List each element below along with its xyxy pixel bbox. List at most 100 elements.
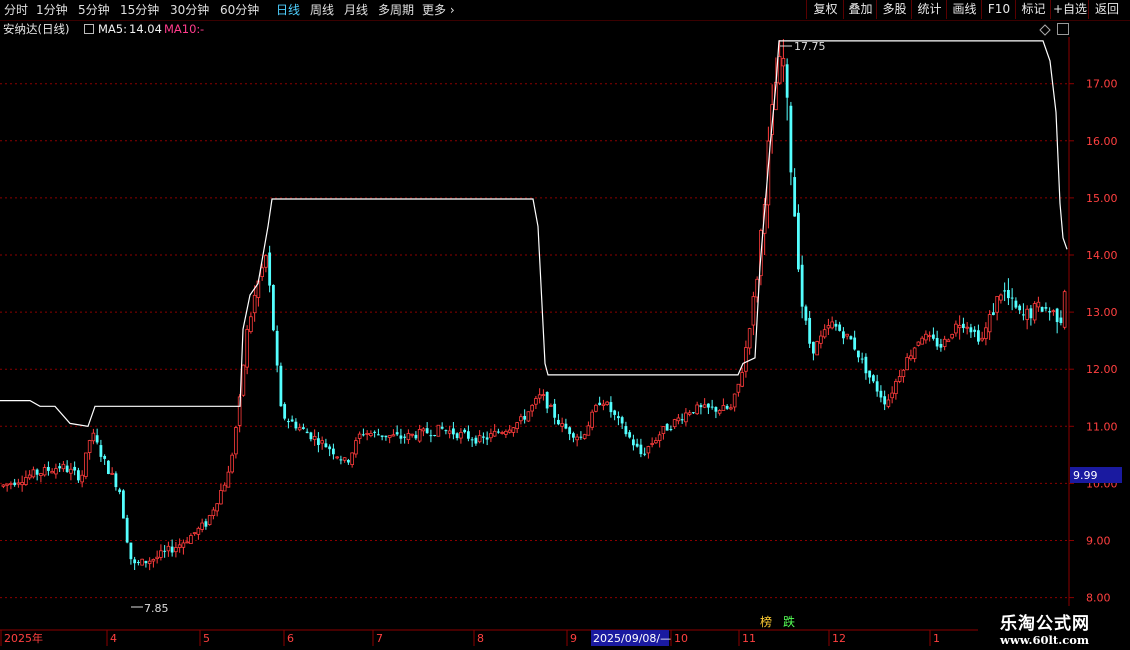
candle bbox=[1010, 288, 1014, 311]
candle bbox=[166, 541, 171, 557]
bottom-marker-bang[interactable]: 榜 bbox=[760, 614, 772, 629]
mark-button[interactable]: 标记 bbox=[1015, 0, 1051, 19]
tab-60min[interactable]: 60分钟 bbox=[220, 1, 259, 19]
candle bbox=[147, 557, 152, 571]
candle bbox=[279, 362, 283, 407]
overlay-button[interactable]: 叠加 bbox=[843, 0, 877, 19]
candle bbox=[159, 544, 163, 561]
tab-30min[interactable]: 30分钟 bbox=[170, 1, 209, 19]
candle bbox=[61, 461, 66, 472]
candle bbox=[897, 370, 902, 384]
kline-chart[interactable]: 17.75 7.85 17.00 16.00 15.00 14.00 13.00 12.0… bbox=[0, 0, 1130, 650]
candle bbox=[582, 433, 587, 440]
tab-fenshi[interactable]: 分时 bbox=[4, 1, 28, 19]
candle bbox=[969, 323, 973, 338]
candle bbox=[482, 432, 485, 444]
draw-line-button[interactable]: 画线 bbox=[946, 0, 982, 19]
candle bbox=[883, 390, 887, 411]
candle bbox=[1022, 303, 1025, 321]
candle bbox=[189, 533, 193, 544]
candle bbox=[620, 415, 624, 429]
candle bbox=[568, 426, 572, 441]
candle bbox=[69, 462, 73, 481]
candle bbox=[459, 428, 463, 444]
candle bbox=[924, 330, 928, 344]
candle bbox=[302, 423, 305, 430]
tab-15min[interactable]: 15分钟 bbox=[120, 1, 159, 19]
candle bbox=[1055, 307, 1059, 334]
candle bbox=[485, 431, 489, 446]
candle bbox=[1, 484, 6, 489]
window-toggle-icon[interactable] bbox=[1057, 23, 1069, 35]
candle bbox=[875, 374, 879, 397]
candle bbox=[332, 443, 335, 460]
tab-daily[interactable]: 日线 bbox=[276, 1, 300, 19]
tab-5min[interactable]: 5分钟 bbox=[78, 1, 110, 19]
candle bbox=[42, 464, 47, 477]
square-icon[interactable] bbox=[84, 24, 94, 34]
candle bbox=[732, 393, 737, 412]
candle bbox=[395, 425, 399, 437]
candle bbox=[24, 470, 28, 486]
tab-monthly[interactable]: 月线 bbox=[344, 1, 368, 19]
candle bbox=[118, 487, 122, 495]
candle bbox=[373, 430, 377, 438]
candle bbox=[309, 431, 313, 442]
candle bbox=[384, 435, 388, 441]
candle bbox=[403, 433, 407, 444]
tab-weekly[interactable]: 周线 bbox=[310, 1, 334, 19]
candle bbox=[1018, 304, 1022, 315]
candle bbox=[575, 433, 579, 447]
candle bbox=[241, 364, 246, 397]
candle bbox=[77, 467, 80, 483]
candle bbox=[822, 324, 827, 339]
candle bbox=[680, 413, 684, 424]
bottom-marker-die[interactable]: 跌 bbox=[783, 614, 795, 629]
candlesticks bbox=[1, 39, 1067, 571]
fuquan-button[interactable]: 复权 bbox=[806, 0, 844, 19]
back-button[interactable]: 返回 bbox=[1088, 0, 1125, 19]
tab-1min[interactable]: 1分钟 bbox=[36, 1, 68, 19]
candle bbox=[729, 403, 733, 411]
candle bbox=[324, 438, 328, 448]
add-watchlist-button[interactable]: +自选 bbox=[1050, 0, 1089, 19]
candle bbox=[500, 430, 504, 435]
candle bbox=[714, 406, 718, 419]
candle bbox=[27, 470, 32, 480]
candle bbox=[1036, 296, 1041, 312]
low-marker: 7.85 bbox=[131, 602, 169, 615]
candle bbox=[47, 461, 50, 476]
candle bbox=[797, 204, 800, 273]
candle bbox=[305, 428, 309, 434]
candle bbox=[467, 425, 470, 442]
candle bbox=[744, 340, 748, 378]
candle bbox=[144, 560, 148, 568]
candle bbox=[534, 395, 538, 410]
candle bbox=[137, 560, 140, 566]
stock-name: 安纳达(日线) bbox=[3, 22, 70, 36]
tab-more[interactable]: 更多 › bbox=[422, 1, 455, 19]
candle bbox=[230, 452, 234, 474]
candle bbox=[965, 322, 969, 335]
candle bbox=[452, 422, 455, 440]
stats-button[interactable]: 统计 bbox=[911, 0, 947, 19]
candle bbox=[107, 460, 110, 475]
candle bbox=[815, 340, 819, 356]
candle bbox=[598, 396, 602, 406]
low-label: 7.85 bbox=[144, 602, 169, 615]
tab-multi-period[interactable]: 多周期 bbox=[378, 1, 414, 19]
candle bbox=[5, 483, 9, 492]
candle bbox=[320, 436, 324, 450]
diamond-icon[interactable] bbox=[1039, 24, 1051, 36]
multi-stock-button[interactable]: 多股 bbox=[876, 0, 912, 19]
candle bbox=[984, 322, 988, 346]
candle bbox=[901, 369, 906, 383]
candle bbox=[707, 403, 710, 415]
f10-button[interactable]: F10 bbox=[981, 0, 1016, 19]
candle bbox=[417, 424, 422, 443]
candle bbox=[504, 429, 508, 438]
candle bbox=[234, 425, 238, 459]
candle bbox=[950, 333, 954, 340]
candle bbox=[624, 421, 628, 437]
candle bbox=[564, 418, 568, 430]
